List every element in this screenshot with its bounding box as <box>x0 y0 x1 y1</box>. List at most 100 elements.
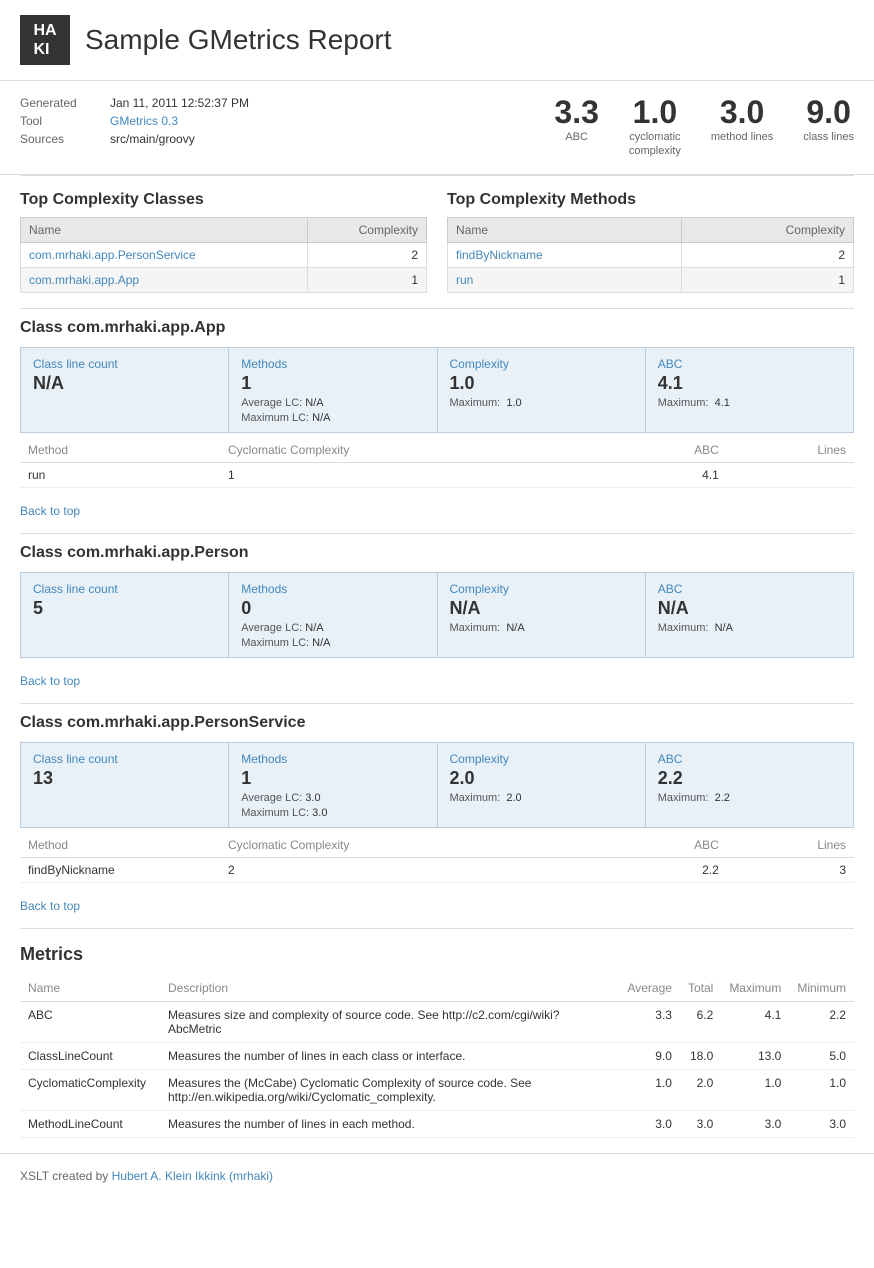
class-app-metric-complexity-value: 1.0 <box>450 373 633 394</box>
metrics-total-cyclomatic: 2.0 <box>680 1069 721 1110</box>
top-classes-table: Name Complexity com.mrhaki.app.PersonSer… <box>20 217 427 293</box>
class-personservice-metric-lines-label[interactable]: Class line count <box>33 752 118 766</box>
class-person-metric-abc-sub: Maximum: N/A <box>658 622 841 634</box>
top-complexity-classes: Top Complexity Classes Name Complexity c… <box>20 191 427 293</box>
class-person-metric-methods-value: 0 <box>241 598 424 619</box>
class-app-title: Class com.mrhaki.app.App <box>20 319 854 337</box>
metrics-col-minimum: Minimum <box>789 975 854 1002</box>
metrics-desc-cyclomatic: Measures the (McCabe) Cyclomatic Complex… <box>160 1069 619 1110</box>
top-method-link-2[interactable]: run <box>456 273 473 287</box>
top-methods-col-complexity: Complexity <box>681 217 853 242</box>
metrics-desc-methodlinecount: Measures the number of lines in each met… <box>160 1110 619 1137</box>
class-person-metric-methods-label[interactable]: Methods <box>241 582 287 596</box>
class-person-metric-abc-label[interactable]: ABC <box>658 582 683 596</box>
top-method-complexity-1: 2 <box>681 242 853 267</box>
metrics-name-cyclomatic: CyclomaticComplexity <box>20 1069 160 1110</box>
top-class-link-2[interactable]: com.mrhaki.app.App <box>29 273 139 287</box>
class-personservice-metric-complexity-label[interactable]: Complexity <box>450 752 509 766</box>
metrics-desc-classlinecount: Measures the number of lines in each cla… <box>160 1042 619 1069</box>
meta-section: Generated Jan 11, 2011 12:52:37 PM Tool … <box>0 81 874 175</box>
back-to-top-link-3[interactable]: Back to top <box>20 899 80 913</box>
page-title: Sample GMetrics Report <box>85 24 392 56</box>
stat-cyclomatic-label: cyclomaticcomplexity <box>629 130 681 159</box>
sources-value: src/main/groovy <box>110 132 195 146</box>
class-personservice-section: Class com.mrhaki.app.PersonService Class… <box>0 704 874 893</box>
class-person-metric-methods-sub1: Average LC: N/A <box>241 622 424 634</box>
class-person-metric-methods-sub2: Maximum LC: N/A <box>241 637 424 649</box>
class-person-title: Class com.mrhaki.app.Person <box>20 544 854 562</box>
class-person-metric-methods: Methods 0 Average LC: N/A Maximum LC: N/… <box>229 573 437 657</box>
class-person-metric-lines-label[interactable]: Class line count <box>33 582 118 596</box>
stat-cyclomatic: 1.0 cyclomaticcomplexity <box>629 96 681 159</box>
stat-class-lines-value: 9.0 <box>803 96 854 128</box>
metrics-name-abc: ABC <box>20 1001 160 1042</box>
class-personservice-metric-abc-value: 2.2 <box>658 768 841 789</box>
top-class-name-2: com.mrhaki.app.App <box>21 267 308 292</box>
class-person-metric-complexity: Complexity N/A Maximum: N/A <box>438 573 646 657</box>
back-to-top-link-1[interactable]: Back to top <box>20 504 80 518</box>
class-personservice-metric-methods: Methods 1 Average LC: 3.0 Maximum LC: 3.… <box>229 743 437 827</box>
ps-method-col-name: Method <box>20 833 220 858</box>
table-row: com.mrhaki.app.PersonService 2 <box>21 242 427 267</box>
ps-method-col-cyclomatic: Cyclomatic Complexity <box>220 833 611 858</box>
metrics-col-maximum: Maximum <box>721 975 789 1002</box>
top-method-link-1[interactable]: findByNickname <box>456 248 543 262</box>
back-to-top-link-2[interactable]: Back to top <box>20 674 80 688</box>
header: HAKI Sample GMetrics Report <box>0 0 874 81</box>
stat-method-lines-value: 3.0 <box>711 96 773 128</box>
back-to-top-2: Back to top <box>0 668 874 703</box>
top-complexity-methods: Top Complexity Methods Name Complexity f… <box>447 191 854 293</box>
tool-label: Tool <box>20 114 90 128</box>
stat-method-lines: 3.0 method lines <box>711 96 773 144</box>
metrics-min-methodlinecount: 3.0 <box>789 1110 854 1137</box>
method-abc-run: 4.1 <box>611 462 727 487</box>
metrics-name-classlinecount: ClassLineCount <box>20 1042 160 1069</box>
table-row: findByNickname 2 2.2 3 <box>20 857 854 882</box>
ps-method-col-lines: Lines <box>727 833 854 858</box>
class-person-metric-abc-value: N/A <box>658 598 841 619</box>
class-app-metric-abc-value: 4.1 <box>658 373 841 394</box>
class-app-metric-complexity-label[interactable]: Complexity <box>450 357 509 371</box>
class-app-metric-complexity: Complexity 1.0 Maximum: 1.0 <box>438 348 646 432</box>
class-personservice-metric-abc-label[interactable]: ABC <box>658 752 683 766</box>
class-person-metric-complexity-label[interactable]: Complexity <box>450 582 509 596</box>
metrics-col-description: Description <box>160 975 619 1002</box>
class-app-metric-abc-label[interactable]: ABC <box>658 357 683 371</box>
class-personservice-metric-lines-value: 13 <box>33 768 216 789</box>
meta-left: Generated Jan 11, 2011 12:52:37 PM Tool … <box>20 96 554 150</box>
method-name-run: run <box>20 462 220 487</box>
class-personservice-title: Class com.mrhaki.app.PersonService <box>20 714 854 732</box>
class-app-metric-abc-sub: Maximum: 4.1 <box>658 397 841 409</box>
metrics-max-cyclomatic: 1.0 <box>721 1069 789 1110</box>
class-app-metric-lines-label[interactable]: Class line count <box>33 357 118 371</box>
class-personservice-metric-complexity: Complexity 2.0 Maximum: 2.0 <box>438 743 646 827</box>
class-app-metric-methods-sub2: Maximum LC: N/A <box>241 412 424 424</box>
class-personservice-metric-lines: Class line count 13 <box>21 743 229 827</box>
class-personservice-metric-methods-sub2: Maximum LC: 3.0 <box>241 807 424 819</box>
method-col-cyclomatic: Cyclomatic Complexity <box>220 438 611 463</box>
class-app-metric-complexity-sub: Maximum: 1.0 <box>450 397 633 409</box>
metrics-total-methodlinecount: 3.0 <box>680 1110 721 1137</box>
class-personservice-metric-abc-sub: Maximum: 2.2 <box>658 792 841 804</box>
class-personservice-metric-methods-label[interactable]: Methods <box>241 752 287 766</box>
table-row: run 1 <box>448 267 854 292</box>
metrics-name-methodlinecount: MethodLineCount <box>20 1110 160 1137</box>
footer-link[interactable]: Hubert A. Klein Ikkink (mrhaki) <box>112 1169 273 1183</box>
metrics-min-cyclomatic: 1.0 <box>789 1069 854 1110</box>
top-class-complexity-1: 2 <box>307 242 426 267</box>
stat-abc-label: ABC <box>554 130 598 144</box>
class-person-metric-complexity-sub: Maximum: N/A <box>450 622 633 634</box>
top-method-name-1: findByNickname <box>448 242 682 267</box>
class-personservice-metric-methods-value: 1 <box>241 768 424 789</box>
metrics-table: Name Description Average Total Maximum M… <box>20 975 854 1138</box>
top-methods-table: Name Complexity findByNickname 2 run 1 <box>447 217 854 293</box>
top-class-link-1[interactable]: com.mrhaki.app.PersonService <box>29 248 196 262</box>
class-app-methods-table: Method Cyclomatic Complexity ABC Lines r… <box>20 438 854 488</box>
method-lines-run <box>727 462 854 487</box>
table-row: com.mrhaki.app.App 1 <box>21 267 427 292</box>
metrics-total-abc: 6.2 <box>680 1001 721 1042</box>
logo: HAKI <box>20 15 70 65</box>
table-row: findByNickname 2 <box>448 242 854 267</box>
class-app-metric-methods-label[interactable]: Methods <box>241 357 287 371</box>
tool-link[interactable]: GMetrics 0.3 <box>110 114 178 128</box>
